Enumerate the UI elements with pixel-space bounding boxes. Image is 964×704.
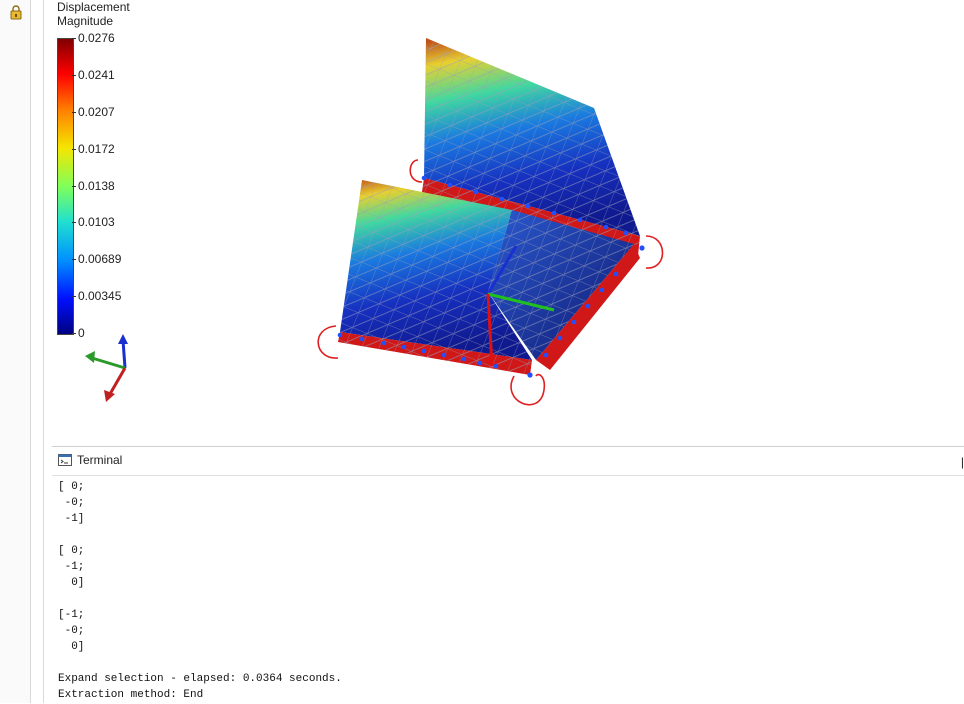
colorbar-tick-mark	[72, 148, 76, 150]
terminal-line: -0;	[58, 625, 85, 637]
colorbar-tick-label: 0.0207	[78, 104, 115, 119]
colorbar-legend-title: Displacement Magnitude	[57, 0, 130, 28]
terminal-icon	[58, 454, 72, 466]
legend-title-line1: Displacement	[57, 0, 130, 14]
colorbar-tick-mark	[72, 111, 76, 113]
terminal-line: Expand selection - elapsed: 0.0364 secon…	[58, 673, 342, 685]
terminal-title[interactable]: Terminal	[77, 453, 122, 467]
xyz-axes-triad-icon[interactable]	[80, 330, 140, 410]
terminal-line: -1;	[58, 561, 85, 573]
terminal-line: [ 0;	[58, 481, 85, 493]
terminal-line: [-1;	[58, 609, 85, 621]
terminal-line: 0]	[58, 577, 85, 589]
terminal-line: [ 0;	[58, 545, 85, 557]
colorbar-tick-mark	[72, 259, 76, 261]
fem-shell-mesh-icon	[317, 38, 664, 406]
colorbar-tick-mark	[72, 74, 76, 76]
colorbar-tick-label: 0.0276	[78, 31, 115, 45]
terminal-line: Extraction method: End	[58, 689, 204, 701]
left-toolbar-strip	[0, 0, 31, 703]
colorbar-tick-mark	[72, 222, 76, 224]
colorbar-tick-label: 0.0241	[78, 67, 115, 82]
terminal-output[interactable]: [ 0; -0; -1] [ 0; -1; 0] [-1; -0; 0] Exp…	[58, 479, 956, 704]
colorbar-tick-label: 0.00689	[78, 252, 122, 267]
colorbar-tick-mark	[72, 185, 76, 187]
colorbar-tick-label: 0.0138	[78, 178, 115, 193]
colorbar-tick-mark	[72, 296, 76, 298]
colorbar-tick-label: 0.0172	[78, 141, 115, 156]
terminal-line: 0]	[58, 641, 85, 653]
colorbar-tick-mark	[72, 333, 76, 334]
colorbar-tick-label: 0.0103	[78, 215, 115, 230]
terminal-line: -0;	[58, 497, 85, 509]
colorbar-tick-mark	[72, 38, 76, 39]
terminal-header: Terminal |	[52, 447, 964, 476]
lock-icon[interactable]	[8, 4, 24, 20]
colorbar	[57, 38, 74, 335]
terminal-panel: Terminal | [ 0; -0; -1] [ 0; -1; 0] [-1;…	[52, 446, 964, 704]
legend-title-line2: Magnitude	[57, 14, 114, 28]
colorbar-tick-label: 0.00345	[78, 289, 122, 304]
terminal-line: -1]	[58, 513, 85, 525]
